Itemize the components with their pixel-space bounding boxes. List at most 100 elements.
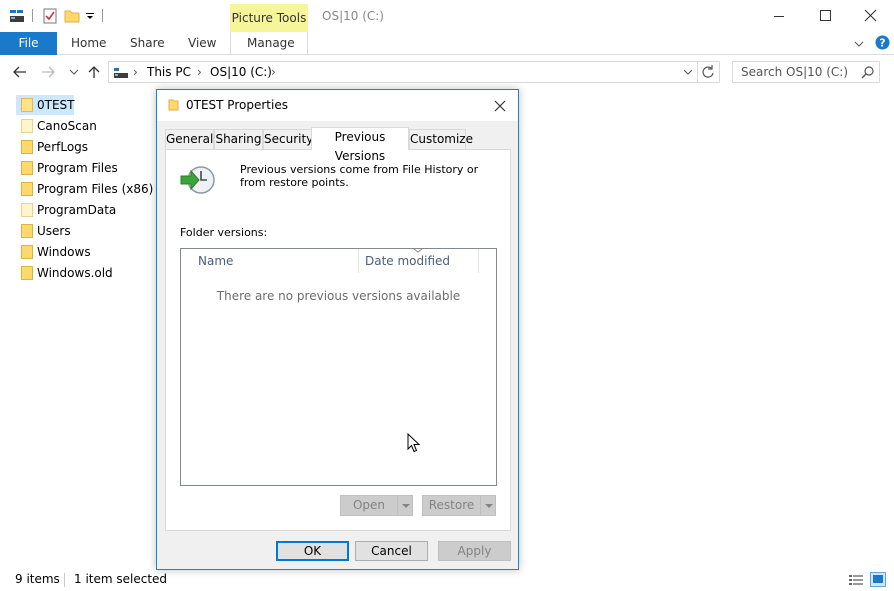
tab-view[interactable]: View <box>188 32 216 55</box>
help-icon[interactable]: ? <box>875 35 890 50</box>
restore-dropdown-icon[interactable] <box>480 496 496 515</box>
address-history-icon[interactable] <box>681 65 695 79</box>
back-arrow-icon[interactable] <box>12 64 28 80</box>
open-button[interactable]: Open <box>340 495 413 516</box>
folder-versions-list[interactable]: Name Date modified There are no previous… <box>180 248 497 486</box>
forward-arrow-icon[interactable] <box>40 64 56 80</box>
nav-item-users[interactable]: Users <box>16 221 146 241</box>
nav-item-windows[interactable]: Windows <box>16 242 146 262</box>
properties-dialog: 0TEST Properties General Sharing Securit… <box>156 89 519 570</box>
tab-sharing[interactable]: Sharing <box>214 129 263 149</box>
separator <box>102 9 103 22</box>
tab-file[interactable]: File <box>0 32 57 55</box>
nav-item-perflogs[interactable]: PerfLogs <box>16 137 146 157</box>
breadcrumb-separator: › <box>133 65 138 79</box>
nav-item-label: Program Files <box>37 161 118 175</box>
breadcrumb-drive[interactable]: OS|10 (C:) <box>210 65 272 79</box>
dialog-title-bar: 0TEST Properties <box>157 90 518 121</box>
sort-indicator-icon <box>413 248 423 254</box>
tab-security[interactable]: Security <box>263 129 313 149</box>
tab-manage-container: Manage <box>230 32 308 55</box>
contextual-tab-group-label: Picture Tools <box>230 4 308 32</box>
svg-text:?: ? <box>879 37 885 50</box>
explorer-app-icon[interactable] <box>8 7 26 25</box>
properties-icon[interactable] <box>41 7 59 25</box>
column-divider <box>358 249 359 273</box>
minimize-button[interactable] <box>756 4 802 28</box>
title-bar: Picture Tools OS|10 (C:) <box>0 0 894 32</box>
separator <box>32 9 33 22</box>
restore-button-label: Restore <box>428 498 475 512</box>
tab-home[interactable]: Home <box>71 32 106 55</box>
separator <box>64 573 65 587</box>
restore-clock-icon <box>179 163 215 197</box>
nav-item-label: 0TEST <box>37 98 75 112</box>
nav-item-program-files-x86[interactable]: Program Files (x86) <box>16 179 153 199</box>
column-divider <box>478 249 479 273</box>
folder-icon <box>21 119 33 133</box>
large-icons-view-icon[interactable] <box>870 572 886 587</box>
close-button[interactable] <box>848 4 894 28</box>
folder-icon <box>21 266 33 280</box>
nav-item-program-files[interactable]: Program Files <box>16 158 146 178</box>
search-placeholder: Search OS|10 (C:) <box>741 65 849 79</box>
mouse-cursor-icon <box>407 433 420 453</box>
tab-manage[interactable]: Manage <box>247 32 295 55</box>
maximize-button[interactable] <box>802 4 848 28</box>
restore-button[interactable]: Restore <box>422 495 496 516</box>
navigation-row: › This PC › OS|10 (C:) › Search OS|10 (C… <box>0 58 894 86</box>
empty-list-message: There are no previous versions available <box>216 289 461 303</box>
ribbon-tabs: File Home Share View Manage ? <box>0 32 894 55</box>
nav-item-canoscan[interactable]: CanoScan <box>16 116 146 136</box>
previous-versions-description: Previous versions come from File History… <box>240 163 479 189</box>
details-view-icon[interactable] <box>848 573 864 587</box>
folder-versions-label: Folder versions: <box>180 226 268 239</box>
previous-versions-panel: Previous versions come from File History… <box>165 149 511 531</box>
customize-toolbar-icon[interactable] <box>84 7 102 25</box>
folder-icon <box>21 98 33 112</box>
tab-customize[interactable]: Customize <box>409 129 473 149</box>
nav-item-windows-old[interactable]: Windows.old <box>16 263 146 283</box>
breadcrumb-separator: › <box>271 65 276 79</box>
breadcrumb-this-pc[interactable]: This PC <box>147 65 191 79</box>
new-folder-icon[interactable] <box>63 7 81 25</box>
open-dropdown-icon[interactable] <box>397 496 413 515</box>
nav-item-programdata[interactable]: ProgramData <box>16 200 146 220</box>
folder-icon <box>21 203 33 217</box>
column-header-name[interactable]: Name <box>198 249 233 274</box>
window-title: OS|10 (C:) <box>322 9 384 23</box>
this-pc-icon <box>113 65 129 81</box>
folder-icon <box>21 224 33 238</box>
nav-item-label: ProgramData <box>37 203 117 217</box>
tab-share[interactable]: Share <box>130 32 165 55</box>
folder-icon <box>168 98 180 112</box>
dialog-close-button[interactable] <box>489 96 511 116</box>
expand-ribbon-icon[interactable] <box>852 37 866 51</box>
nav-item-0test[interactable]: 0TEST <box>16 95 75 115</box>
status-bar: 9 items 1 item selected <box>0 570 894 591</box>
address-bar[interactable]: › This PC › OS|10 (C:) › <box>108 61 698 83</box>
refresh-button[interactable] <box>698 61 720 83</box>
column-header-date-modified[interactable]: Date modified <box>365 249 450 274</box>
breadcrumb-separator: › <box>197 65 202 79</box>
status-item-count: 9 items <box>15 572 60 586</box>
search-input[interactable]: Search OS|10 (C:) <box>732 61 880 83</box>
apply-button[interactable]: Apply <box>438 541 511 561</box>
tab-general[interactable]: General <box>165 129 214 149</box>
cancel-button[interactable]: Cancel <box>355 541 428 561</box>
up-arrow-icon[interactable] <box>86 64 102 80</box>
status-selection: 1 item selected <box>74 572 168 586</box>
ok-button[interactable]: OK <box>276 541 349 561</box>
open-button-label: Open <box>352 498 386 512</box>
folder-icon <box>21 140 33 154</box>
recent-locations-icon[interactable] <box>66 64 82 80</box>
dialog-title: 0TEST Properties <box>186 98 288 112</box>
nav-item-label: Windows <box>37 245 91 259</box>
nav-item-label: Program Files (x86) <box>37 182 154 196</box>
nav-item-label: Windows.old <box>37 266 113 280</box>
tab-previous-versions[interactable]: Previous Versions <box>311 127 409 163</box>
nav-item-label: PerfLogs <box>37 140 89 154</box>
nav-item-label: CanoScan <box>37 119 97 133</box>
nav-item-label: Users <box>37 224 71 238</box>
search-icon[interactable] <box>861 65 875 79</box>
